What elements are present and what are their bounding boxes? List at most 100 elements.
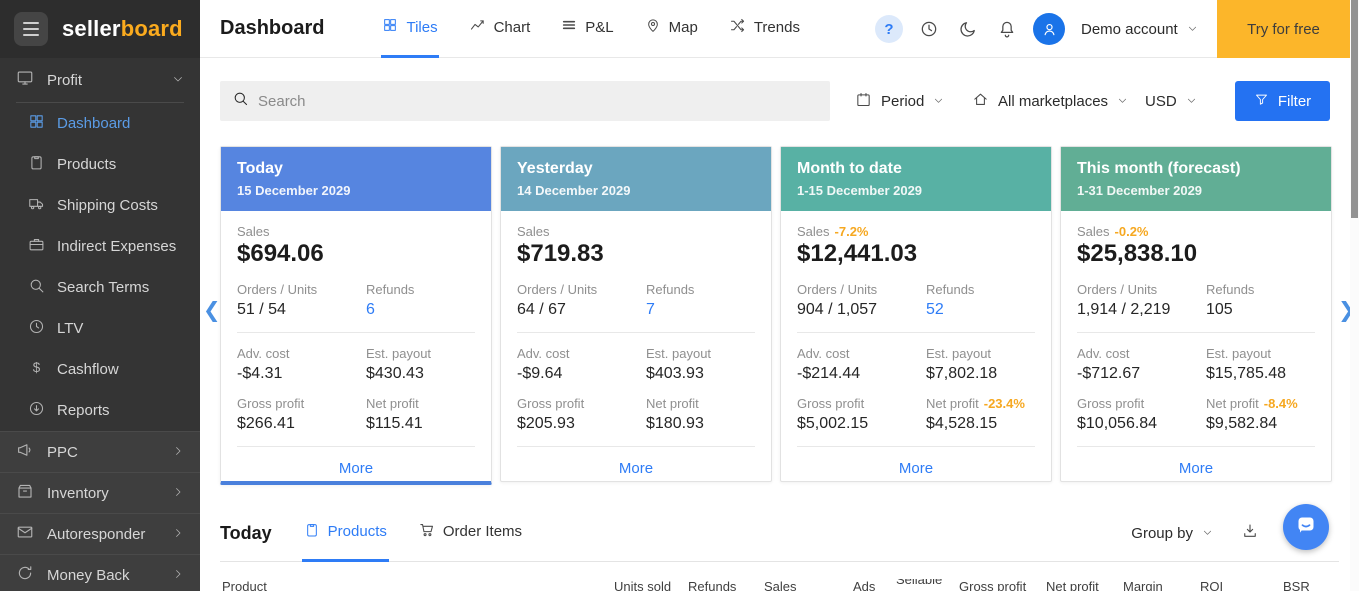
tab-order-items[interactable]: Order Items [416, 505, 524, 562]
chat-bubble-icon [1294, 513, 1318, 542]
col-bsr[interactable]: BSR [1283, 579, 1310, 591]
tab-products[interactable]: Products [302, 505, 389, 562]
sidebar-item-inventory[interactable]: Inventory [0, 472, 200, 513]
card-divider [517, 332, 755, 333]
period-dropdown[interactable]: Period [855, 81, 944, 121]
orders-units-value: 904 / 1,057 [797, 301, 926, 319]
filter-label: Filter [1278, 93, 1311, 110]
more-link[interactable]: More [517, 460, 755, 479]
gross-profit-value: $5,002.15 [797, 415, 926, 433]
search-box [220, 81, 830, 121]
brand-logo-part2: board [121, 16, 183, 41]
refunds-value[interactable]: 52 [926, 301, 1035, 319]
col-product[interactable]: Product [222, 579, 267, 591]
briefcase-icon [28, 236, 45, 257]
sidebar-item-reports[interactable]: Reports [0, 390, 200, 431]
page-title: Dashboard [220, 17, 324, 40]
sidebar-item-label: PPC [47, 444, 78, 461]
sales-label: Sales [237, 224, 475, 239]
notifications-bell-icon[interactable] [994, 16, 1020, 42]
bottom-section-title: Today [220, 523, 272, 544]
sidebar-item-search-terms[interactable]: Search Terms [0, 267, 200, 308]
carousel-left-chevron[interactable]: ❮ [203, 298, 221, 322]
help-icon[interactable]: ? [875, 15, 903, 43]
est-payout-label: Est. payout [646, 346, 755, 361]
sidebar-item-money-back[interactable]: Money Back [0, 554, 200, 591]
sales-value: $719.83 [517, 240, 755, 268]
refunds-value[interactable]: 7 [646, 301, 755, 319]
col-refunds[interactable]: Refunds [688, 579, 736, 591]
group-by-dropdown[interactable]: Group by [1131, 525, 1213, 542]
try-for-free-button[interactable]: Try for free [1217, 0, 1350, 58]
card-header: This month (forecast) 1-31 December 2029 [1061, 147, 1331, 211]
currency-label: USD [1145, 93, 1177, 110]
sidebar-item-ltv[interactable]: LTV [0, 308, 200, 349]
table-header-row: Product Units sold Refunds Sales Ads Sel… [200, 579, 1359, 591]
sidebar-item-cashflow[interactable]: $ Cashflow [0, 349, 200, 390]
history-clock-icon[interactable] [916, 16, 942, 42]
tiles-grid-icon [382, 17, 398, 37]
tab-pnl[interactable]: P&L [560, 0, 614, 58]
user-avatar-icon[interactable] [1033, 13, 1065, 45]
col-net-profit[interactable]: Net profit [1046, 579, 1099, 591]
more-link[interactable]: More [1077, 460, 1315, 479]
net-profit-label: Net profit-23.4% [926, 396, 1035, 411]
card-header: Yesterday 14 December 2029 [501, 147, 771, 211]
tab-chart[interactable]: Chart [468, 0, 532, 58]
sidebar-item-label: Indirect Expenses [57, 238, 176, 255]
tab-map[interactable]: Map [644, 0, 699, 58]
page-scrollbar[interactable] [1350, 0, 1359, 591]
chevron-down-icon [1187, 21, 1198, 38]
sidebar-item-autoresponder[interactable]: Autoresponder [0, 513, 200, 554]
sidebar-item-label: Reports [57, 402, 110, 419]
sidebar-item-products[interactable]: Products [0, 144, 200, 185]
sales-label: Sales-0.2% [1077, 224, 1315, 239]
sales-change-badge: -7.2% [835, 224, 869, 239]
col-gross-profit[interactable]: Gross profit [959, 579, 1026, 591]
sidebar-item-profit[interactable]: Profit [0, 58, 200, 102]
sidebar-item-indirect-expenses[interactable]: Indirect Expenses [0, 226, 200, 267]
col-sellable[interactable]: Sellable [896, 579, 942, 587]
col-sales[interactable]: Sales [764, 579, 797, 591]
download-icon[interactable] [1241, 522, 1259, 545]
refunds-value[interactable]: 6 [366, 301, 475, 319]
chevron-down-icon [172, 72, 184, 89]
dark-mode-moon-icon[interactable] [955, 16, 981, 42]
card-date: 1-31 December 2029 [1077, 183, 1315, 198]
gross-profit-value: $205.93 [517, 415, 646, 433]
gross-profit-label: Gross profit [517, 396, 646, 411]
rows-icon [561, 17, 577, 37]
col-units-sold[interactable]: Units sold [614, 579, 671, 591]
marketplaces-dropdown[interactable]: All marketplaces [972, 81, 1128, 121]
tab-tiles[interactable]: Tiles [381, 0, 438, 58]
adv-cost-value: -$214.44 [797, 365, 926, 383]
more-link[interactable]: More [237, 460, 475, 479]
hamburger-menu-button[interactable] [14, 12, 48, 46]
est-payout-value: $15,785.48 [1206, 365, 1315, 383]
col-margin[interactable]: Margin [1123, 579, 1163, 591]
net-profit-value: $180.93 [646, 415, 755, 433]
orders-units-value: 51 / 54 [237, 301, 366, 319]
main-content: Dashboard Tiles Chart [200, 0, 1359, 591]
more-link[interactable]: More [797, 460, 1035, 479]
sidebar: sellerboard Profit Dashboard [0, 0, 200, 591]
currency-dropdown[interactable]: USD [1145, 81, 1197, 121]
account-menu[interactable]: Demo account [1081, 21, 1198, 38]
card-body: Sales-7.2% $12,441.03 Orders / Units 904… [781, 211, 1051, 489]
sidebar-item-shipping-costs[interactable]: Shipping Costs [0, 185, 200, 226]
sales-label: Sales [517, 224, 755, 239]
app-root: sellerboard Profit Dashboard [0, 0, 1359, 591]
sidebar-item-ppc[interactable]: PPC [0, 431, 200, 472]
filter-button[interactable]: Filter [1235, 81, 1330, 121]
scrollbar-thumb[interactable] [1351, 0, 1358, 218]
refunds-label: Refunds [926, 282, 1035, 297]
tab-trends[interactable]: Trends [728, 0, 801, 58]
period-label: Period [881, 93, 924, 110]
card-title: Today [237, 160, 475, 178]
est-payout-value: $7,802.18 [926, 365, 1035, 383]
col-ads[interactable]: Ads [853, 579, 875, 591]
search-input[interactable] [258, 93, 818, 110]
sidebar-item-dashboard[interactable]: Dashboard [0, 103, 200, 144]
chat-widget-button[interactable] [1283, 504, 1329, 550]
col-roi[interactable]: ROI [1200, 579, 1223, 591]
